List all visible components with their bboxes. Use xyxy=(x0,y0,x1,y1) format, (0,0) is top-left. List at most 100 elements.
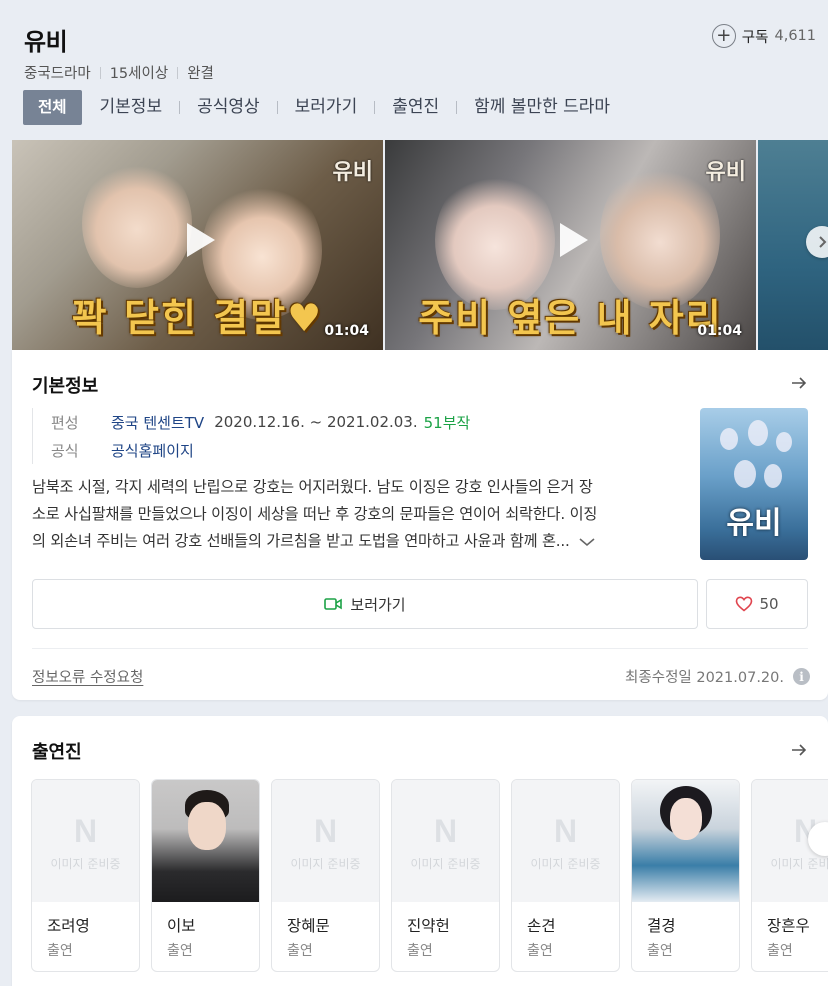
video-thumbnail[interactable]: 유비 꽉 닫힌 결말♥ 01:04 xyxy=(12,140,383,350)
meta-info: 중국드라마 15세이상 완결 xyxy=(24,62,214,83)
video-thumbnail[interactable]: 유비 주비 옆은 내 자리 01:04 xyxy=(385,140,756,350)
poster-image[interactable]: 유비 xyxy=(700,408,808,560)
subscribe-label: 구독 xyxy=(741,29,769,46)
n-logo-icon: N xyxy=(553,812,578,849)
cast-photo xyxy=(152,780,259,902)
broadcast-label: 편성 xyxy=(51,413,79,432)
meta-divider xyxy=(99,66,101,79)
section-title: 출연진 xyxy=(32,742,82,763)
watch-button[interactable]: 보러가기 xyxy=(32,579,698,629)
cast-role: 출연 xyxy=(407,943,433,959)
cast-name: 손견 xyxy=(527,917,556,935)
image-placeholder: N 이미지 준비중 xyxy=(512,780,619,902)
content-header: 유비 중국드라마 15세이상 완결 + 구독 4,611 전체 기본정보 공식영… xyxy=(0,0,828,140)
broadcast-row: 편성 중국 텐센트TV 2020.12.16. ~ 2021.02.03. 51… xyxy=(51,408,470,436)
poster-figure xyxy=(764,464,782,488)
cast-name: 장흔우 xyxy=(767,917,810,935)
episode-count: 51부작 xyxy=(423,413,471,432)
n-logo-icon: N xyxy=(313,812,338,849)
cast-role: 출연 xyxy=(767,943,793,959)
video-carousel: 유비 꽉 닫힌 결말♥ 01:04 유비 주비 옆은 내 자리 01:04 xyxy=(12,140,828,350)
video-duration: 01:04 xyxy=(697,323,742,339)
poster-figure xyxy=(748,420,768,446)
air-dates: 2020.12.16. ~ 2021.02.03. xyxy=(214,413,418,431)
synopsis-line-last: 의 외손녀 주비는 여러 강호 선배들의 가르침을 받고 도법을 연마하고 사윤… xyxy=(32,528,682,555)
cast-member[interactable]: N 이미지 준비중 진약헌 출연 xyxy=(391,779,500,972)
section-title: 기본정보 xyxy=(32,376,99,397)
divider xyxy=(32,648,808,649)
like-button[interactable]: 50 xyxy=(706,579,808,629)
cast-name: 진약헌 xyxy=(407,917,450,935)
watch-label: 보러가기 xyxy=(350,595,406,614)
synopsis: 남북조 시절, 각지 세력의 난립으로 강호는 어지러웠다. 남도 이징은 강호… xyxy=(32,474,682,555)
video-thumbnail-partial[interactable] xyxy=(758,140,828,350)
cast-name: 장혜문 xyxy=(287,917,330,935)
info-rows: 편성 중국 텐센트TV 2020.12.16. ~ 2021.02.03. 51… xyxy=(32,408,470,464)
drama-logo: 유비 xyxy=(705,159,746,185)
arrow-right-icon[interactable] xyxy=(790,741,808,759)
last-updated: 최종수정일 2021.07.20. i xyxy=(625,666,810,687)
meta-rating: 15세이상 xyxy=(109,66,169,82)
info-icon[interactable]: i xyxy=(793,668,810,685)
tab-divider xyxy=(456,101,458,114)
meta-status: 완결 xyxy=(187,66,214,82)
meta-divider xyxy=(177,66,179,79)
cast-role: 출연 xyxy=(287,943,313,959)
subscribe-count: 4,611 xyxy=(774,28,816,44)
tab-cast[interactable]: 출연진 xyxy=(392,90,439,125)
cast-member[interactable]: N 이미지 준비중 손견 출연 xyxy=(511,779,620,972)
official-label: 공식 xyxy=(51,441,79,460)
broadcaster-link[interactable]: 중국 텐센트TV xyxy=(111,412,204,433)
tab-divider xyxy=(374,101,376,114)
tab-watch[interactable]: 보러가기 xyxy=(295,90,358,125)
video-camera-icon xyxy=(324,598,343,610)
subscribe-button[interactable]: + 구독 4,611 xyxy=(711,24,816,48)
tab-official-video[interactable]: 공식영상 xyxy=(197,90,260,125)
cast-name: 결경 xyxy=(647,917,676,935)
cast-card: 출연진 N 이미지 준비중 조려영 출연 이보 출연 N 이미지 준비중 장혜문 출… xyxy=(12,716,828,986)
meta-genre: 중국드라마 xyxy=(24,66,91,82)
poster-title: 유비 xyxy=(726,506,782,541)
cast-name: 이보 xyxy=(167,917,196,935)
arrow-right-icon[interactable] xyxy=(790,374,808,392)
cast-member[interactable]: N 이미지 준비중 조려영 출연 xyxy=(31,779,140,972)
page-title: 유비 xyxy=(24,28,68,56)
like-count: 50 xyxy=(759,595,779,613)
cast-role: 출연 xyxy=(527,943,553,959)
n-logo-icon: N xyxy=(433,812,458,849)
cast-role: 출연 xyxy=(647,943,673,959)
synopsis-line: 소로 사십팔채를 만들었으나 이징이 세상을 떠난 후 강호의 문파들은 연이어… xyxy=(32,505,598,523)
tab-all[interactable]: 전체 xyxy=(23,90,82,125)
image-placeholder: N 이미지 준비중 xyxy=(272,780,379,902)
play-icon xyxy=(175,217,221,263)
cast-member[interactable]: 결경 출연 xyxy=(631,779,740,972)
face-shape xyxy=(188,802,226,850)
video-duration: 01:04 xyxy=(324,323,369,339)
placeholder-text: 이미지 준비중 xyxy=(50,856,121,871)
tab-similar-dramas[interactable]: 함께 볼만한 드라마 xyxy=(474,90,610,125)
poster-figure xyxy=(776,432,792,452)
drama-logo: 유비 xyxy=(332,159,373,185)
placeholder-text: 이미지 준비중 xyxy=(290,856,361,871)
placeholder-text: 이미지 준비중 xyxy=(770,856,828,871)
chevron-right-icon[interactable] xyxy=(806,226,828,258)
image-placeholder: N 이미지 준비중 xyxy=(392,780,499,902)
cast-role: 출연 xyxy=(167,943,193,959)
cast-role: 출연 xyxy=(47,943,73,959)
image-placeholder: N 이미지 준비중 xyxy=(32,780,139,902)
last-updated-text: 최종수정일 2021.07.20. xyxy=(625,670,784,686)
tab-divider xyxy=(179,101,181,114)
cast-member[interactable]: N 이미지 준비중 장혜문 출연 xyxy=(271,779,380,972)
tab-basic-info[interactable]: 기본정보 xyxy=(100,90,163,125)
chevron-down-icon[interactable] xyxy=(578,536,596,548)
poster-figure xyxy=(720,428,738,450)
placeholder-text: 이미지 준비중 xyxy=(410,856,481,871)
face-shape xyxy=(670,798,702,840)
report-error-link[interactable]: 정보오류 수정요청 xyxy=(32,666,143,687)
official-row: 공식 공식홈페이지 xyxy=(51,436,470,464)
placeholder-text: 이미지 준비중 xyxy=(530,856,601,871)
cast-member[interactable]: 이보 출연 xyxy=(151,779,260,972)
official-homepage-link[interactable]: 공식홈페이지 xyxy=(111,440,194,461)
cast-member[interactable]: N이미지 준비중 장흔우 출연 xyxy=(751,779,828,972)
cast-name: 조려영 xyxy=(47,917,90,935)
